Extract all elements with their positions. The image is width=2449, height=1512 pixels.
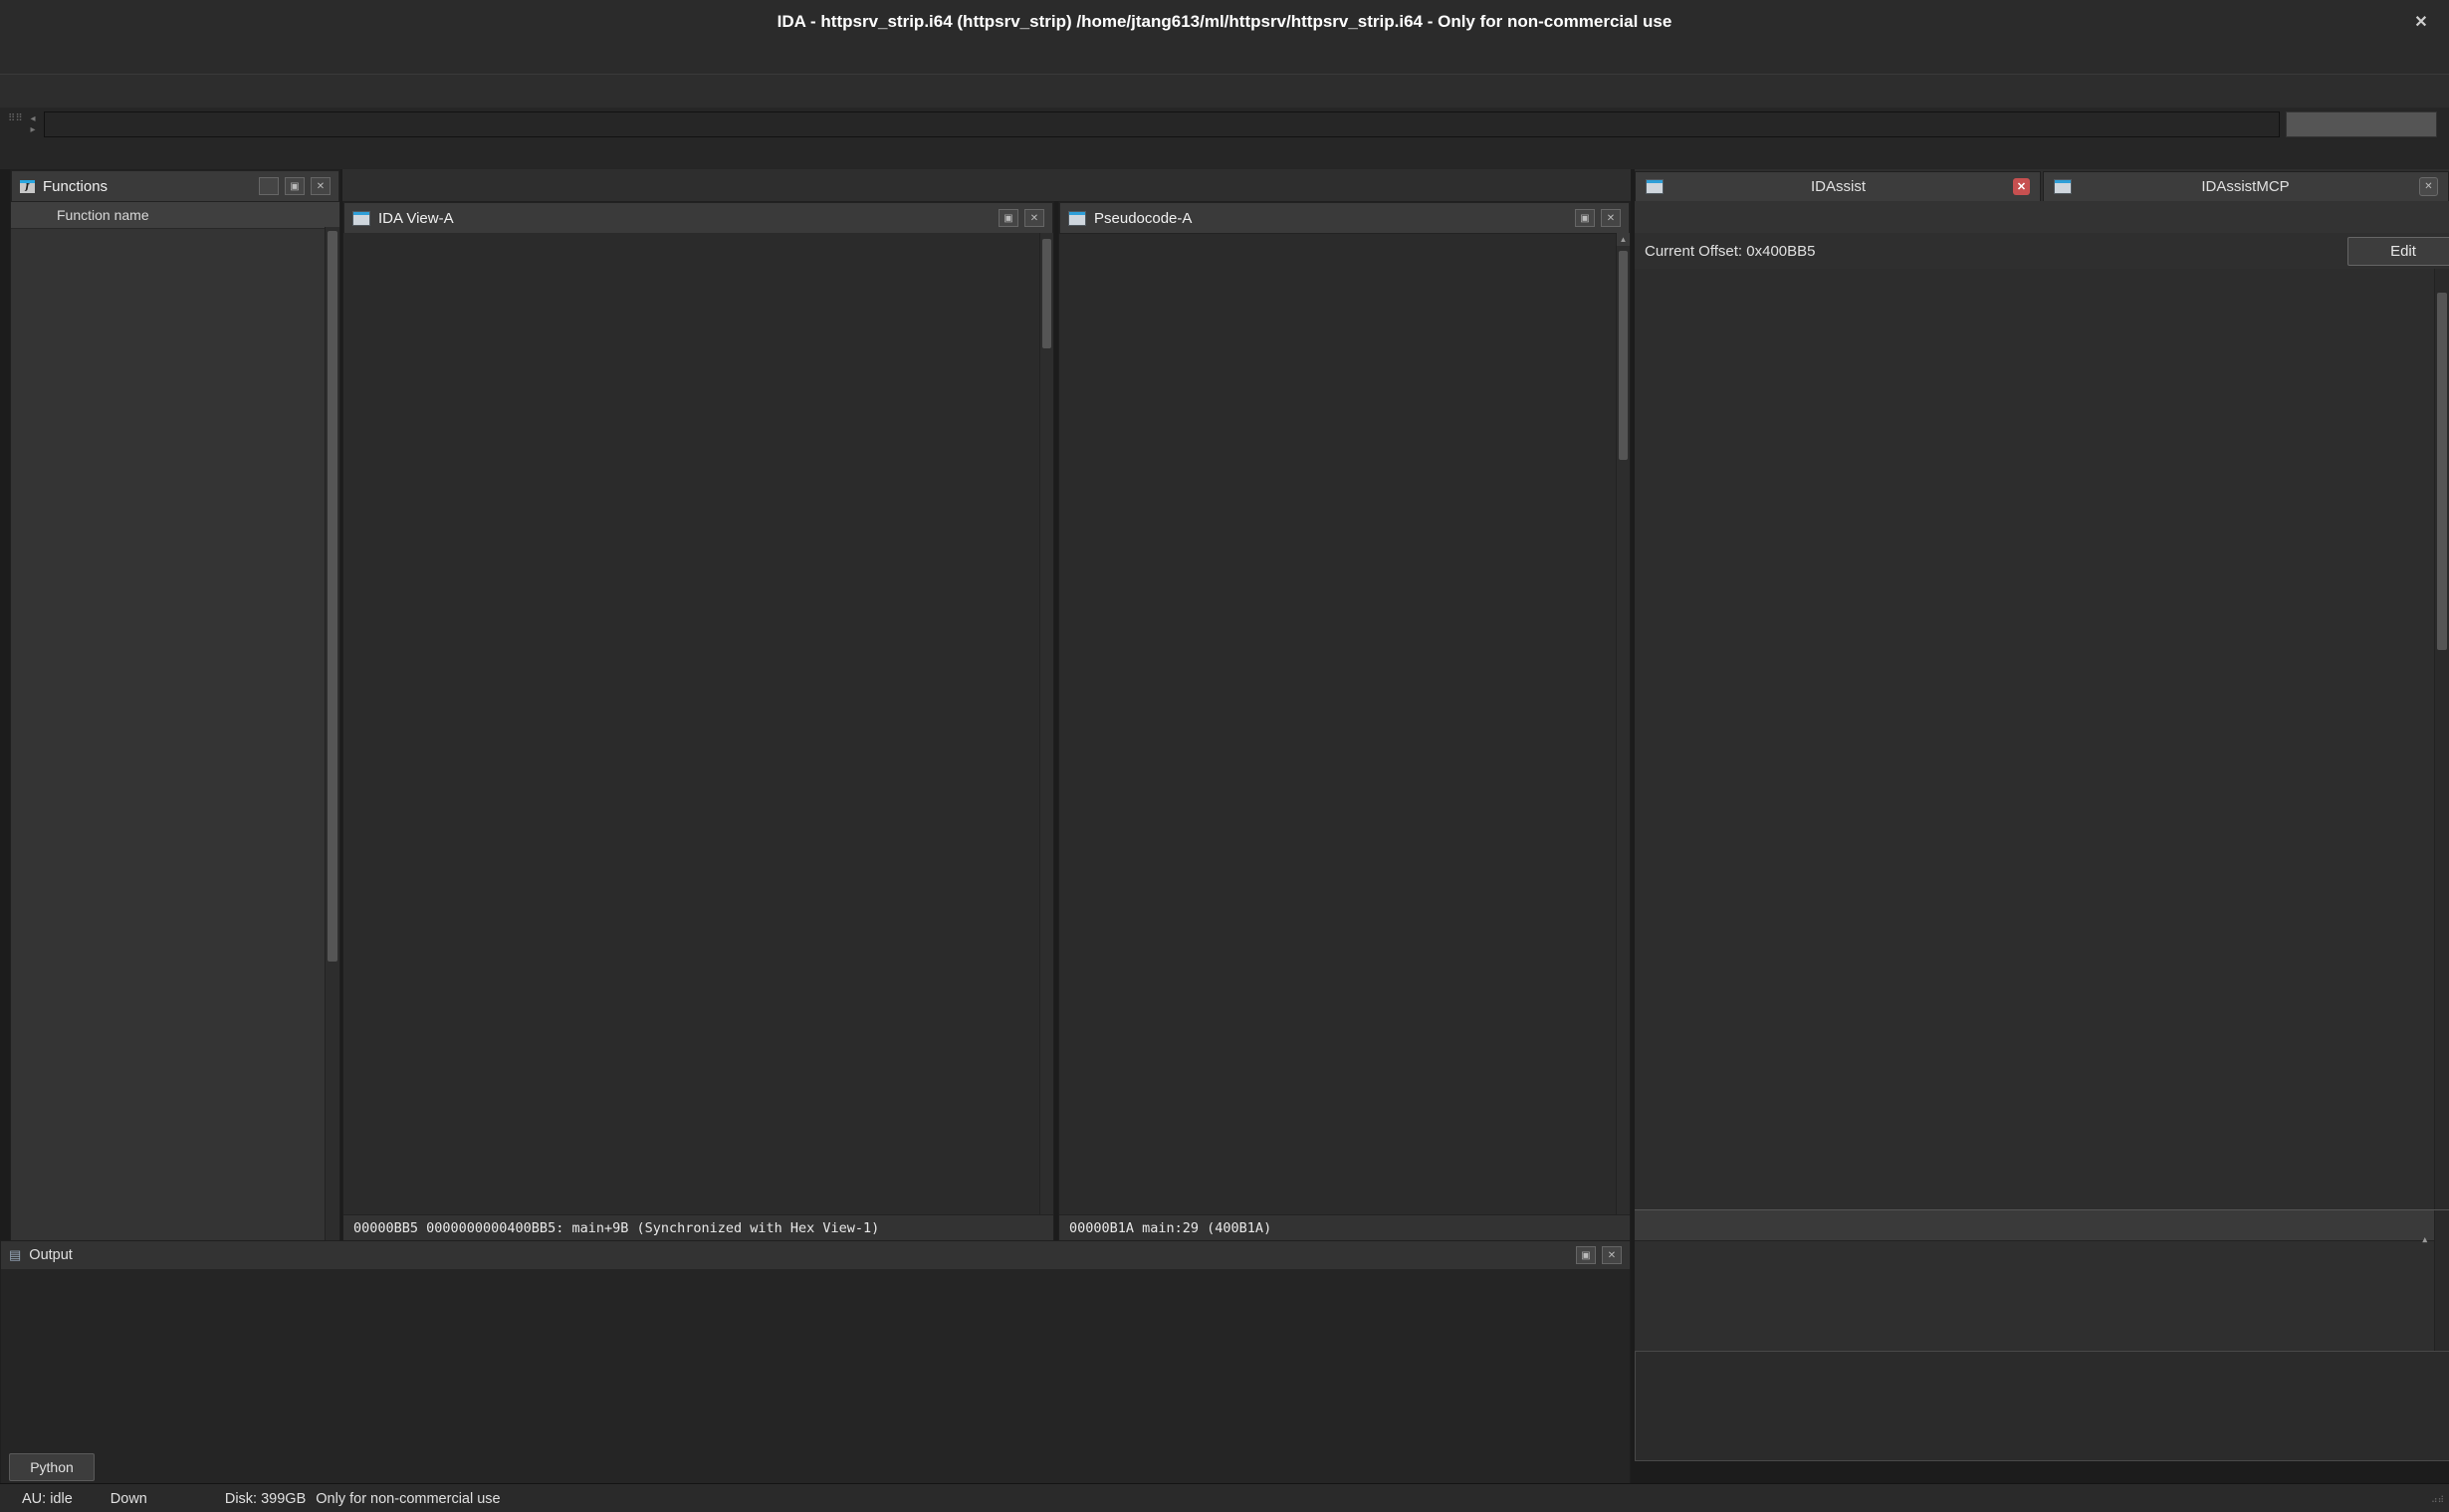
navband-drag-handle[interactable]: ⣿⣿ bbox=[8, 113, 22, 135]
sort-icon[interactable]: ▴ bbox=[2422, 1234, 2427, 1245]
title-bar: IDA - httpsrv_strip.i64 (httpsrv_strip) … bbox=[0, 0, 2449, 45]
window-title: IDA - httpsrv_strip.i64 (httpsrv_strip) … bbox=[778, 12, 1672, 32]
minimize-icon[interactable] bbox=[259, 177, 279, 195]
output-dock: ▤ Output ▣ ✕ Python bbox=[0, 1240, 1631, 1485]
lumina-status: Down bbox=[111, 1491, 147, 1507]
ida-view-a-window: IDA View-A ▣ ✕ 00000BB5 0000000000400BB5… bbox=[342, 201, 1054, 1242]
license-status: Only for non-commercial use bbox=[316, 1491, 500, 1507]
auto-analysis-status: AU: idle bbox=[22, 1491, 73, 1507]
idassist-tab-label: IDAssist bbox=[1672, 178, 2004, 195]
output-log[interactable] bbox=[1, 1270, 1630, 1450]
resize-grip[interactable]: ⣠⣴ bbox=[2431, 1494, 2445, 1508]
tab-idassist[interactable]: IDAssist ✕ bbox=[1635, 171, 2041, 201]
close-icon[interactable]: ✕ bbox=[2013, 178, 2030, 195]
navigation-band-row: ⣿⣿ ◂▸ bbox=[0, 108, 2449, 141]
output-title-text: Output bbox=[29, 1247, 73, 1263]
chat-table-scrollbar[interactable] bbox=[2434, 1210, 2449, 1352]
functions-column-header[interactable]: Function name bbox=[11, 202, 339, 229]
tab-idassistmcp[interactable]: IDAssistMCP ✕ bbox=[2043, 171, 2449, 201]
python-button[interactable]: Python bbox=[9, 1453, 95, 1481]
pseudocode-a-title: Pseudocode-A ▣ ✕ bbox=[1059, 202, 1630, 234]
current-offset-label: Current Offset: 0x400BB5 bbox=[1645, 243, 1815, 260]
disk-free-status: Disk: 399GB bbox=[225, 1491, 306, 1507]
toolbar bbox=[0, 74, 2449, 109]
functions-list bbox=[11, 227, 326, 1241]
ida-view-a-title-text: IDA View-A bbox=[378, 210, 454, 227]
pseudocode-status-line: 00000B1A main:29 (400B1A) bbox=[1059, 1214, 1630, 1241]
status-bar: AU: idle Down Disk: 399GB Only for non-c… bbox=[0, 1483, 2449, 1512]
pseudocode-scrollbar[interactable]: ▲ bbox=[1616, 233, 1630, 1214]
disassembly-scrollbar[interactable] bbox=[1039, 233, 1053, 1214]
idassistmcp-tab-icon bbox=[2054, 179, 2072, 194]
close-icon[interactable]: ✕ bbox=[311, 177, 331, 195]
color-legend bbox=[0, 141, 2449, 169]
functions-panel: f Functions ▣ ✕ Function name bbox=[10, 169, 340, 1242]
close-icon[interactable]: ✕ bbox=[1024, 209, 1044, 227]
close-icon: ✕ bbox=[1602, 1246, 1622, 1264]
idassist-chat-panel bbox=[1635, 269, 2449, 1209]
restore-icon[interactable]: ▣ bbox=[1576, 1246, 1596, 1264]
idassistmcp-tab-label: IDAssistMCP bbox=[2081, 178, 2410, 195]
functions-panel-title: f Functions ▣ ✕ bbox=[11, 170, 339, 202]
close-icon[interactable]: ✕ bbox=[1601, 209, 1621, 227]
idassist-tab-icon bbox=[1646, 179, 1664, 194]
document-tab-bar bbox=[342, 169, 1631, 201]
disassembly-status-line: 00000BB5 0000000000400BB5: main+9B (Sync… bbox=[343, 1214, 1053, 1241]
scroll-up-icon[interactable]: ▲ bbox=[1617, 233, 1630, 246]
functions-panel-title-text: Functions bbox=[43, 178, 108, 195]
output-title-bar: ▤ Output ▣ ✕ bbox=[1, 1241, 1630, 1269]
navigation-band[interactable] bbox=[44, 111, 2280, 137]
restore-icon[interactable]: ▣ bbox=[999, 209, 1018, 227]
chat-history-table: ▴ bbox=[1635, 1209, 2449, 1352]
pseudocode-a-title-text: Pseudocode-A bbox=[1094, 210, 1192, 227]
navband-arrows[interactable]: ◂▸ bbox=[22, 113, 44, 135]
idassist-scrollbar[interactable] bbox=[2434, 269, 2449, 1209]
idassist-offset-row: Current Offset: 0x400BB5 Edit bbox=[1635, 233, 2449, 270]
output-icon: ▤ bbox=[9, 1247, 21, 1263]
pseudocode-listing[interactable] bbox=[1059, 233, 1617, 1214]
navband-end-box bbox=[2286, 111, 2437, 137]
functions-scrollbar[interactable] bbox=[325, 227, 339, 1241]
ida-view-icon bbox=[352, 211, 370, 226]
disassembly-listing[interactable] bbox=[343, 233, 1040, 1214]
pseudocode-icon bbox=[1068, 211, 1086, 226]
idassist-tab-bar: IDAssist ✕ IDAssistMCP ✕ bbox=[1635, 169, 2449, 201]
ida-view-a-title: IDA View-A ▣ ✕ bbox=[343, 202, 1053, 234]
restore-icon[interactable]: ▣ bbox=[1575, 209, 1595, 227]
idassist-buttons-row bbox=[1635, 1445, 2449, 1477]
idassist-chat-content bbox=[1635, 269, 2435, 1209]
pseudocode-a-window: Pseudocode-A ▣ ✕ ▲ 00000B1A main:29 (400… bbox=[1058, 201, 1631, 1242]
idassist-subtabs bbox=[1635, 201, 2449, 234]
functions-icon: f bbox=[20, 180, 35, 193]
close-icon[interactable]: ✕ bbox=[2409, 10, 2433, 34]
chat-table-header[interactable]: ▴ bbox=[1635, 1210, 2449, 1241]
edit-button[interactable]: Edit bbox=[2347, 237, 2449, 266]
close-icon[interactable]: ✕ bbox=[2419, 177, 2438, 196]
menu-bar bbox=[0, 44, 2449, 74]
ida-application-window: IDA - httpsrv_strip.i64 (httpsrv_strip) … bbox=[0, 0, 2449, 1512]
restore-icon[interactable]: ▣ bbox=[285, 177, 305, 195]
